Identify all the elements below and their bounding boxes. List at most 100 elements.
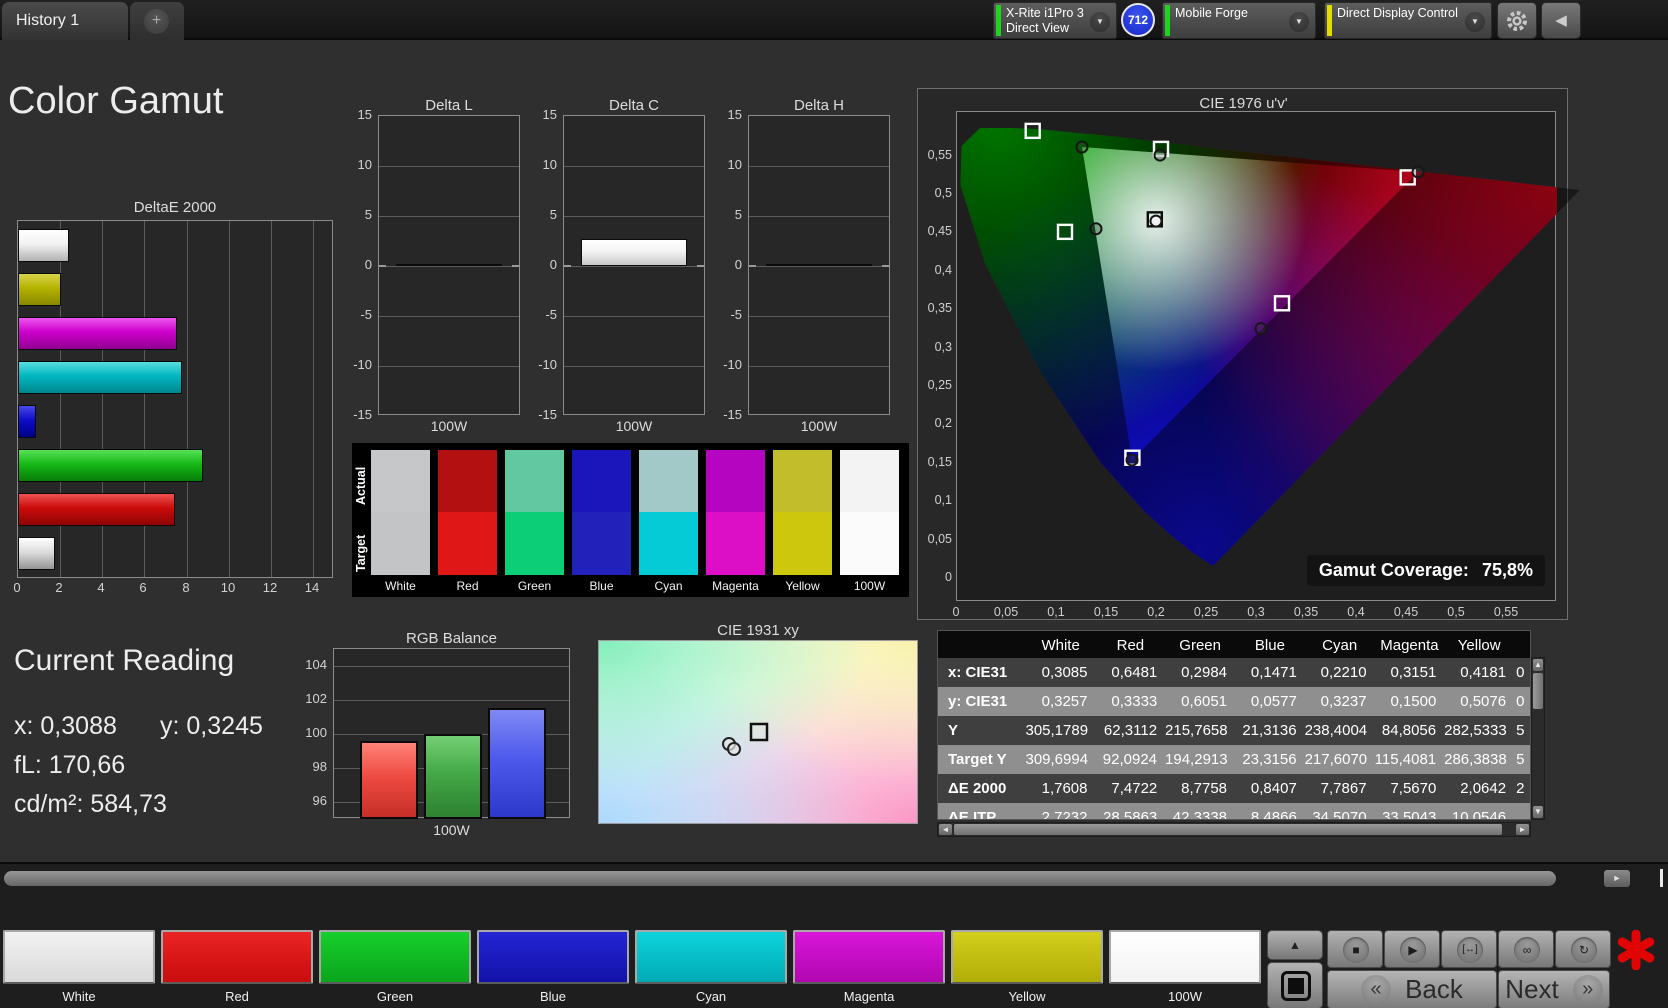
rgb-balance-chart: [333, 648, 570, 819]
next-button[interactable]: Next »: [1498, 970, 1610, 1008]
meter-mode: Direct View: [1006, 21, 1069, 35]
swatch-label: White: [385, 579, 416, 593]
play-button[interactable]: ▶: [1384, 930, 1440, 968]
pattern-button-magenta[interactable]: Magenta: [793, 930, 945, 1004]
pattern-button-white[interactable]: White: [3, 930, 155, 1004]
refresh-button[interactable]: ↻: [1555, 930, 1611, 968]
source-dropdown[interactable]: Mobile Forge ▼: [1162, 2, 1316, 39]
display-control-dropdown[interactable]: Direct Display Control ▼: [1324, 2, 1492, 39]
zero-tick: [697, 265, 704, 267]
table-cell: 215,7658: [1165, 722, 1228, 739]
measurement-marker-cyan: [1089, 222, 1103, 236]
gridline: [187, 221, 188, 577]
pattern-swatch: [319, 930, 471, 984]
meter-dropdown[interactable]: X-Rite i1Pro 3 Direct View ▼: [993, 2, 1117, 39]
table-cell: 0,1500: [1390, 693, 1437, 710]
scroll-up-icon[interactable]: ▲: [1533, 659, 1543, 671]
scroll-down-icon[interactable]: ▼: [1533, 806, 1543, 818]
delta-chart-x-label: 100W: [800, 418, 838, 434]
table-row[interactable]: ΔE ITP 2,7232 28,5863 42,3338 8,4866 34,5070 3…: [938, 803, 1530, 820]
table-cell: 8,7758: [1181, 780, 1228, 797]
y-tick: 98: [312, 759, 327, 774]
table-cell: 92,0924: [1102, 751, 1158, 768]
pattern-button-label: 100W: [1168, 989, 1202, 1004]
table-horizontal-scrollbar[interactable]: ◄ ►: [937, 822, 1531, 837]
y-tick: 102: [305, 691, 327, 706]
table-cell: 238,4004: [1304, 722, 1368, 739]
column-header-green: Green: [1179, 637, 1221, 654]
rgb-balance-title: RGB Balance: [406, 630, 497, 647]
delta-chart-delta-l: [378, 115, 520, 415]
step-button[interactable]: [↔]: [1441, 930, 1497, 968]
tab-add[interactable]: +: [130, 2, 184, 40]
add-tab-icon[interactable]: +: [144, 9, 169, 34]
table-cell: 2,7232: [1041, 809, 1088, 820]
measurement-marker-yellow: [1153, 148, 1167, 162]
display-control-name: Direct Display Control: [1337, 6, 1458, 20]
pattern-bar-resize-handle[interactable]: [1660, 869, 1663, 887]
chevron-down-icon[interactable]: ▼: [1465, 12, 1485, 32]
gridline: [229, 221, 230, 577]
y-tick: 96: [312, 793, 327, 808]
pattern-button-red[interactable]: Red: [161, 930, 313, 1004]
measurement-marker-blue: [1125, 453, 1139, 467]
x-tick: 0,2: [1147, 605, 1165, 619]
play-icon: ▶: [1400, 937, 1426, 963]
y-tick: 0,05: [927, 532, 952, 546]
gridline: [379, 216, 519, 217]
table-row[interactable]: Y 305,1789 62,3112 215,7658 21,3136 238,4004 8…: [938, 716, 1530, 745]
pattern-button-green[interactable]: Green: [319, 930, 471, 1004]
target-swatch: [773, 512, 832, 575]
pattern-button-100w[interactable]: 100W: [1109, 930, 1261, 1004]
pattern-button-blue[interactable]: Blue: [477, 930, 629, 1004]
cie1931-title: CIE 1931 xy: [717, 622, 799, 639]
pattern-bar-scrollbar-thumb[interactable]: [4, 871, 1556, 886]
actual-swatch: [371, 450, 430, 512]
table-row[interactable]: y: CIE31 0,3257 0,3333 0,6051 0,0577 0,3237 0,…: [938, 687, 1530, 716]
swatch-column-green: Green: [505, 450, 564, 593]
actual-swatch: [572, 450, 631, 512]
tab-history[interactable]: History 1: [2, 2, 128, 40]
source-name: Mobile Forge: [1175, 6, 1248, 20]
scrollbar-thumb[interactable]: [954, 824, 1502, 835]
y-tick: -5: [730, 307, 742, 322]
gamut-coverage-label: Gamut Coverage:: [1318, 560, 1469, 580]
scroll-right-icon[interactable]: ►: [1516, 824, 1529, 835]
table-row[interactable]: x: CIE31 0,3085 0,6481 0,2984 0,1471 0,2210 0,…: [938, 658, 1530, 687]
collapse-panel-button[interactable]: ◀: [1541, 2, 1581, 39]
pattern-button-yellow[interactable]: Yellow: [951, 930, 1103, 1004]
reading-x: x: 0,3088: [14, 712, 117, 740]
gamut-coverage-readout: Gamut Coverage: 75,8%: [1306, 555, 1545, 586]
loop-button[interactable]: ∞: [1498, 930, 1554, 968]
step-icon: [↔]: [1457, 937, 1483, 963]
pattern-window-button[interactable]: [1267, 962, 1323, 1008]
table-row[interactable]: Target Y 309,6994 92,0924 194,2913 23,3156 21…: [938, 745, 1530, 774]
pattern-swatch: [161, 930, 313, 984]
scroll-left-icon[interactable]: ◄: [939, 824, 952, 835]
column-header-white: White: [1041, 637, 1080, 654]
table-cell-partial: 0: [1516, 693, 1525, 710]
stop-button[interactable]: ■: [1327, 930, 1383, 968]
pattern-button-cyan[interactable]: Cyan: [635, 930, 787, 1004]
measurement-marker-green: [1075, 140, 1089, 154]
table-vertical-scrollbar[interactable]: ▲ ▼: [1531, 657, 1545, 820]
chevron-down-icon[interactable]: ▼: [1289, 12, 1309, 32]
delta-bar: [396, 264, 502, 266]
scroll-right-icon[interactable]: ►: [1604, 870, 1630, 887]
y-tick: -10: [723, 357, 742, 372]
table-cell: 0,3333: [1111, 693, 1158, 710]
settings-button[interactable]: [1497, 2, 1537, 39]
refresh-icon: ↻: [1571, 937, 1597, 963]
swatch-column-yellow: Yellow: [773, 450, 832, 593]
swatch-column-red: Red: [438, 450, 497, 593]
delta-chart-delta-c: [563, 115, 705, 415]
scrollbar-thumb[interactable]: [1533, 673, 1543, 709]
chevron-down-icon[interactable]: ▼: [1090, 12, 1110, 32]
meter-name: X-Rite i1Pro 3: [1006, 6, 1084, 20]
pattern-window-up-button[interactable]: ▲: [1267, 930, 1323, 960]
back-button[interactable]: « Back: [1327, 970, 1497, 1008]
table-cell-partial: 5: [1516, 751, 1525, 768]
table-cell: 0,6051: [1181, 693, 1228, 710]
swatch-column-blue: Blue: [572, 450, 631, 593]
table-row[interactable]: ΔE 2000 1,7608 7,4722 8,7758 0,8407 7,7867 7,5…: [938, 774, 1530, 803]
